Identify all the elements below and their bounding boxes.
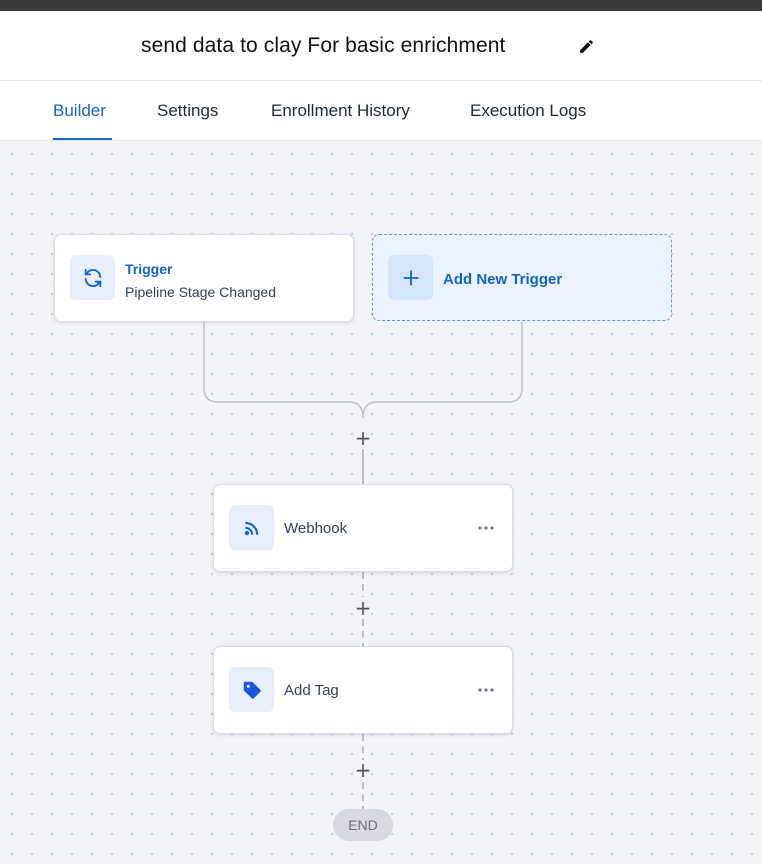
workflow-header: send data to clay For basic enrichment: [0, 11, 762, 81]
builder-canvas[interactable]: Trigger Pipeline Stage Changed Add New T…: [0, 142, 762, 864]
tab-enrollment-history[interactable]: Enrollment History: [271, 101, 410, 121]
add-tag-label: Add Tag: [284, 682, 339, 699]
add-step-button[interactable]: +: [353, 598, 373, 618]
trigger-subtitle: Pipeline Stage Changed: [125, 284, 277, 300]
active-tab-indicator: [53, 138, 112, 140]
webhook-action-card[interactable]: Webhook: [213, 484, 513, 572]
workflow-tabs: Builder Settings Enrollment History Exec…: [0, 81, 762, 141]
add-new-trigger-label: Add New Trigger: [443, 271, 563, 288]
tag-icon: [229, 667, 274, 712]
end-node: END: [333, 809, 393, 841]
trigger-card[interactable]: Trigger Pipeline Stage Changed: [54, 234, 354, 322]
tab-execution-logs[interactable]: Execution Logs: [470, 101, 586, 121]
more-options-icon[interactable]: [476, 518, 496, 538]
tab-builder[interactable]: Builder: [53, 101, 106, 121]
add-tag-action-card[interactable]: Add Tag: [213, 646, 513, 734]
window-top-bar: [0, 0, 762, 11]
webhook-label: Webhook: [284, 520, 348, 537]
more-options-icon[interactable]: [476, 680, 496, 700]
edit-pencil-icon[interactable]: [578, 38, 595, 55]
refresh-icon: [70, 255, 115, 300]
tab-settings[interactable]: Settings: [157, 101, 218, 121]
trigger-title: Trigger: [125, 261, 173, 277]
add-new-trigger-button[interactable]: Add New Trigger: [372, 234, 672, 321]
workflow-title: send data to clay For basic enrichment: [141, 34, 506, 57]
add-step-button[interactable]: +: [353, 760, 373, 780]
add-step-button[interactable]: +: [353, 428, 373, 448]
plus-icon: [388, 255, 433, 300]
webhook-icon: [229, 505, 274, 550]
